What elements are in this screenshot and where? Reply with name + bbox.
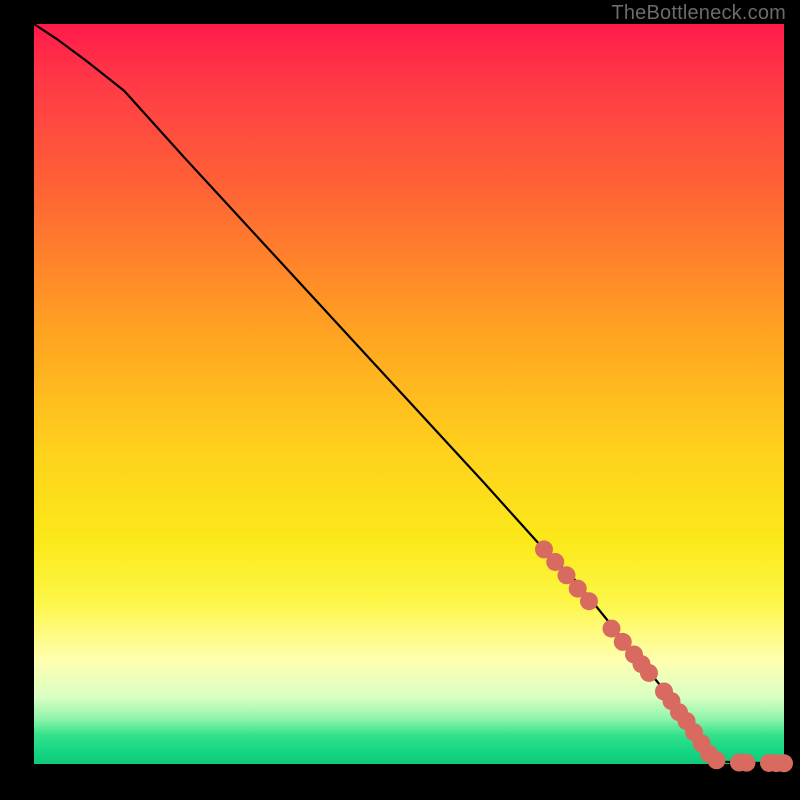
data-marker bbox=[580, 592, 598, 610]
data-marker bbox=[640, 664, 658, 682]
plot-area bbox=[34, 24, 784, 764]
curve-line bbox=[34, 24, 784, 763]
attribution-label: TheBottleneck.com bbox=[611, 2, 786, 25]
data-marker bbox=[775, 754, 793, 772]
curve-layer bbox=[34, 24, 784, 764]
data-markers bbox=[535, 540, 793, 772]
chart-stage: TheBottleneck.com bbox=[0, 0, 800, 800]
data-marker bbox=[738, 754, 756, 772]
data-marker bbox=[708, 751, 726, 769]
